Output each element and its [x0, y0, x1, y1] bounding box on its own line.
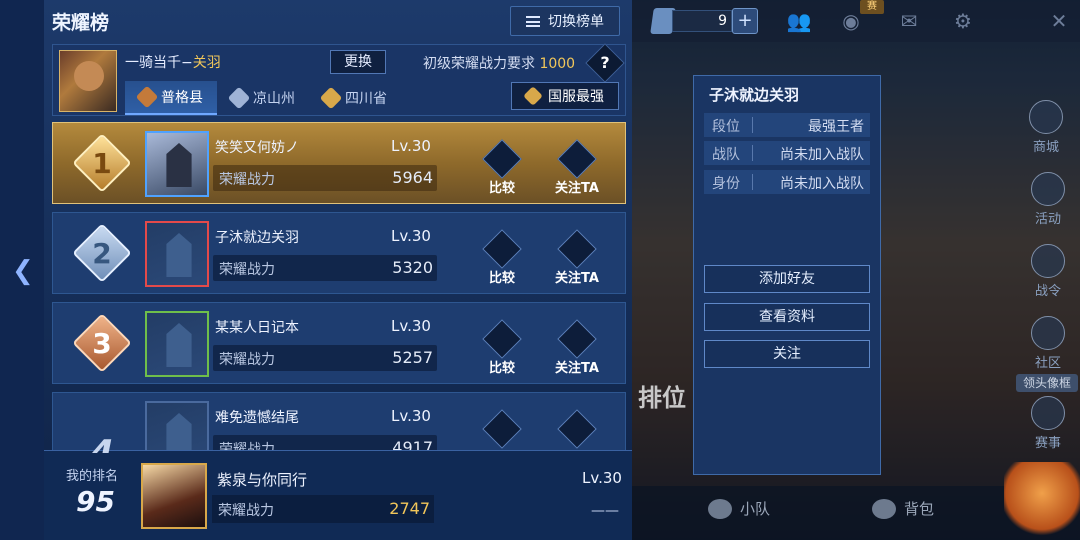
side-menu-battlepass[interactable]: 战令 [1020, 244, 1076, 299]
compare-icon [482, 229, 522, 269]
hero-name: 一骑当千−关羽 [125, 55, 221, 71]
compare-button[interactable]: 比较 [479, 139, 525, 201]
compare-icon [482, 139, 522, 179]
help-icon[interactable]: ? [585, 43, 625, 83]
team-button[interactable]: 小队 [708, 498, 770, 519]
rank-badge: 3 [72, 313, 132, 373]
back-arrow-icon[interactable]: ❮ [12, 258, 34, 284]
coin-count: 9 [672, 10, 732, 32]
player-level: Lv.30 [391, 227, 431, 245]
my-rank-number: 95 [76, 485, 115, 518]
leaderboard-panel: ❮ 荣耀榜 切换榜单 一骑当千−关羽 更换 初级荣耀战力要求 1000 ? 普格… [0, 0, 632, 540]
rank-badge: 4 [90, 433, 114, 454]
info-player-name: 子沐就边关羽 [709, 86, 800, 104]
silver-rank-icon [227, 86, 251, 110]
follow-button[interactable]: 关注TA [551, 139, 603, 201]
power-box: 荣耀战力 5320 [213, 255, 437, 281]
my-rank-bar: 我的排名 95 紫泉与你同行 Lv.30 荣耀战力 2747 —— [44, 450, 632, 540]
rank-badge: 2 [72, 223, 132, 283]
gold-rank-icon [319, 86, 343, 110]
my-extra-value: —— [591, 503, 619, 519]
compare-button[interactable]: 比较 [479, 229, 525, 291]
power-box: 荣耀战力 5964 [213, 165, 437, 191]
ranked-background-text: 排位 [638, 384, 686, 412]
battlepass-icon [1031, 244, 1065, 278]
info-row-identity: 身份 尚未加入战队 [704, 170, 870, 194]
player-name: 笑笑又何妨ノ [215, 140, 299, 156]
leaderboard-row[interactable]: 4 难免遗憾结尾 Lv.30 荣耀战力4917 比较 关注TA [52, 392, 626, 454]
bag-button[interactable]: 背包 [872, 498, 934, 519]
player-avatar[interactable] [145, 311, 209, 377]
compare-icon [482, 409, 522, 449]
tools-icon[interactable]: ✕ [1046, 10, 1072, 32]
player-name: 子沐就边关羽 [215, 230, 299, 246]
crown-icon [523, 86, 543, 106]
tab-county[interactable]: 普格县 [125, 81, 217, 115]
side-menu-events[interactable]: 赛事 [1020, 396, 1076, 451]
hero-avatar[interactable] [59, 50, 117, 112]
follow-user-icon [557, 229, 597, 269]
region-tabs: 普格县 凉山州 四川省 [125, 81, 401, 115]
player-level: Lv.30 [391, 407, 431, 425]
player-avatar[interactable] [145, 401, 209, 453]
follow-user-icon [557, 319, 597, 359]
player-name: 某某人日记本 [215, 320, 299, 336]
compare-button[interactable]: 比较 [479, 409, 525, 453]
side-menu-shop[interactable]: 商城 [1018, 100, 1074, 155]
tab-prefecture[interactable]: 凉山州 [217, 81, 309, 115]
my-rank-label: 我的排名 [66, 469, 119, 484]
avatar-frame-tag[interactable]: 领头像框 [1016, 374, 1078, 392]
leaderboard-row[interactable]: 3 某某人日记本 Lv.30 荣耀战力 5257 比较 关注TA [52, 302, 626, 384]
community-icon [1031, 316, 1065, 350]
event-badge: 赛 [860, 0, 884, 14]
rank-badge: 1 [72, 133, 132, 193]
follow-player-button[interactable]: 关注 [704, 340, 870, 368]
player-level: Lv.30 [391, 317, 431, 335]
player-name: 难免遗憾结尾 [215, 410, 299, 426]
my-power-box: 荣耀战力 2747 [212, 495, 434, 523]
follow-user-icon [557, 139, 597, 179]
bag-icon [872, 498, 896, 519]
bronze-rank-icon [135, 85, 159, 109]
add-coin-button[interactable]: + [732, 8, 758, 34]
side-menu-activity[interactable]: 活动 [1020, 172, 1076, 227]
trophy-icon [1031, 396, 1065, 430]
info-row-team: 战队 尚未加入战队 [704, 141, 870, 165]
view-profile-button[interactable]: 查看资料 [704, 303, 870, 331]
side-menu-community[interactable]: 社区 [1020, 316, 1076, 371]
player-avatar[interactable] [145, 131, 209, 197]
follow-button[interactable]: 关注TA [551, 319, 603, 381]
leaderboard-row[interactable]: 1 笑笑又何妨ノ Lv.30 荣耀战力 5964 比较 关注TA [52, 122, 626, 204]
player-avatar[interactable] [145, 221, 209, 287]
friends-icon[interactable]: 👥 [786, 10, 812, 32]
hero-mascot[interactable] [1004, 462, 1080, 540]
page-title: 荣耀榜 [52, 12, 110, 34]
follow-button[interactable]: 关注TA [551, 229, 603, 291]
compare-button[interactable]: 比较 [479, 319, 525, 381]
power-box: 荣耀战力 5257 [213, 345, 437, 371]
compare-icon [482, 319, 522, 359]
follow-user-icon [557, 409, 597, 449]
change-hero-button[interactable]: 更换 [330, 50, 386, 74]
follow-button[interactable]: 关注TA [551, 409, 603, 453]
activity-icon [1031, 172, 1065, 206]
list-icon [526, 15, 540, 27]
power-requirement: 初级荣耀战力要求 1000 [423, 56, 576, 72]
hero-selector: 一骑当千−关羽 更换 初级荣耀战力要求 1000 ? 普格县 凉山州 四川省 国… [52, 43, 626, 116]
tab-province[interactable]: 四川省 [309, 81, 401, 115]
switch-board-button[interactable]: 切换榜单 [510, 6, 620, 36]
add-friend-button[interactable]: 添加好友 [704, 265, 870, 293]
mail-icon[interactable]: ✉ [896, 10, 922, 32]
shop-icon [1029, 100, 1063, 134]
my-name: 紫泉与你同行 [217, 471, 308, 489]
flag-icon [708, 498, 732, 519]
my-level: Lv.30 [582, 469, 622, 487]
info-row-rank: 段位 最强王者 [704, 113, 870, 137]
player-level: Lv.30 [391, 137, 431, 155]
national-best-button[interactable]: 国服最强 [511, 82, 619, 110]
my-avatar[interactable] [141, 463, 207, 529]
player-info-panel: 子沐就边关羽 段位 最强王者 战队 尚未加入战队 身份 尚未加入战队 添加好友 查看资… [693, 75, 881, 475]
settings-gear-icon[interactable]: ⚙ [950, 10, 976, 32]
leaderboard-row[interactable]: 2 子沐就边关羽 Lv.30 荣耀战力 5320 比较 关注TA [52, 212, 626, 294]
